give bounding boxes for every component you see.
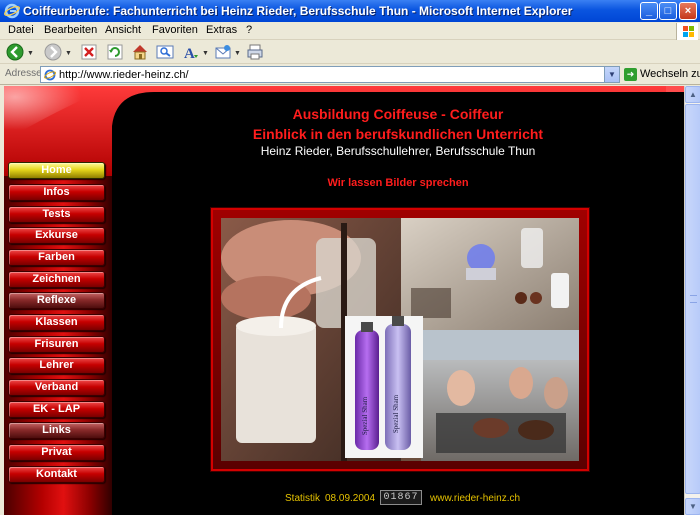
menu-bearbeiten[interactable]: Bearbeiten — [44, 24, 97, 36]
scroll-down-icon[interactable]: ▼ — [685, 498, 700, 515]
nav-links[interactable]: Links — [8, 422, 105, 439]
refresh-icon[interactable] — [106, 43, 124, 61]
forward-icon[interactable] — [44, 43, 62, 61]
page-viewport: Home Infos Tests Exkurse Farben Zeichnen… — [4, 86, 684, 515]
mail-icon[interactable] — [214, 43, 232, 61]
nav-farben[interactable]: Farben — [8, 249, 105, 266]
nav-ek-lap[interactable]: EK - LAP — [8, 401, 105, 418]
font-size-icon[interactable]: A — [182, 43, 200, 61]
menu-bar: Datei Bearbeiten Ansicht Favoriten Extra… — [0, 22, 700, 40]
site-link[interactable]: www.rieder-heinz.ch — [430, 493, 520, 504]
nav-lehrer[interactable]: Lehrer — [8, 357, 105, 374]
go-button[interactable]: ➜ Wechseln zu — [624, 67, 700, 82]
visitor-counter: 01867 — [380, 490, 422, 505]
address-dropdown-icon[interactable]: ▼ — [604, 67, 619, 82]
mail-dropdown-icon[interactable]: ▼ — [234, 50, 241, 57]
ie-icon — [4, 3, 20, 19]
nav-tests[interactable]: Tests — [8, 206, 105, 223]
menu-ansicht[interactable]: Ansicht — [105, 24, 141, 36]
menu-extras[interactable]: Extras — [206, 24, 237, 36]
minimize-button[interactable]: _ — [640, 2, 658, 20]
address-input[interactable] — [59, 68, 599, 82]
scroll-up-icon[interactable]: ▲ — [685, 86, 700, 103]
search-icon[interactable] — [156, 43, 174, 61]
nav-klassen[interactable]: Klassen — [8, 314, 105, 331]
page-subtitle: Einblick in den berufskundlichen Unterri… — [252, 126, 544, 142]
maximize-button[interactable]: □ — [659, 2, 677, 20]
nav-privat[interactable]: Privat — [8, 444, 105, 461]
nav-infos[interactable]: Infos — [8, 184, 105, 201]
vertical-scrollbar[interactable]: ▲ ▼ — [684, 86, 700, 515]
nav-kontakt[interactable]: Kontakt — [8, 466, 105, 483]
footer-date: 08.09.2004 — [325, 493, 376, 504]
back-dropdown-icon[interactable]: ▼ — [27, 50, 34, 57]
photo-frame: Spezial Sham Spezial Sham — [211, 208, 589, 471]
title-bar: Coiffeurberufe: Fachunterricht bei Heinz… — [0, 0, 700, 22]
address-field[interactable]: ▼ — [40, 66, 620, 83]
address-bar: Adresse ▼ ➜ Wechseln zu — [0, 64, 700, 85]
page-icon — [44, 69, 56, 81]
tagline: Wir lassen Bilder sprechen — [327, 177, 469, 189]
stop-icon[interactable] — [80, 43, 98, 61]
page-footer: Statistik 08.09.2004 01867 www.rieder-he… — [112, 490, 684, 508]
forward-dropdown-icon[interactable]: ▼ — [65, 50, 72, 57]
nav-verband[interactable]: Verband — [8, 379, 105, 396]
go-label: Wechseln zu — [640, 68, 700, 80]
home-icon[interactable] — [131, 43, 149, 61]
bottle-label-right: Spezial Sham — [392, 394, 400, 433]
back-icon[interactable] — [6, 43, 24, 61]
go-arrow-icon: ➜ — [624, 68, 637, 81]
nav-zeichnen[interactable]: Zeichnen — [8, 271, 105, 288]
page-title: Ausbildung Coiffeuse - Coiffeur — [292, 106, 504, 122]
collage-photo: Spezial Sham Spezial Sham — [221, 218, 579, 461]
bottle-label-left: Spezial Sham — [361, 396, 369, 435]
author-line: Heinz Rieder, Berufsschullehrer, Berufss… — [260, 144, 536, 158]
windows-logo-icon — [676, 23, 698, 40]
print-icon[interactable] — [246, 43, 264, 61]
nav-exkurse[interactable]: Exkurse — [8, 227, 105, 244]
nav-frisuren[interactable]: Frisuren — [8, 336, 105, 353]
statistics-link[interactable]: Statistik — [285, 493, 320, 504]
menu-favoriten[interactable]: Favoriten — [152, 24, 198, 36]
menu-datei[interactable]: Datei — [8, 24, 34, 36]
address-label: Adresse — [5, 68, 42, 79]
close-button[interactable]: × — [679, 2, 697, 20]
svg-text:A: A — [184, 46, 195, 61]
scroll-thumb[interactable] — [685, 104, 700, 494]
font-dropdown-icon[interactable]: ▼ — [202, 50, 209, 57]
menu-help[interactable]: ? — [246, 24, 252, 36]
grip-icon — [690, 295, 697, 303]
nav-reflexe[interactable]: Reflexe — [8, 292, 105, 309]
nav-home[interactable]: Home — [8, 162, 105, 179]
window-title: Coiffeurberufe: Fachunterricht bei Heinz… — [23, 4, 573, 18]
toolbar: ▼ ▼ A ▼ ▼ — [0, 40, 700, 64]
